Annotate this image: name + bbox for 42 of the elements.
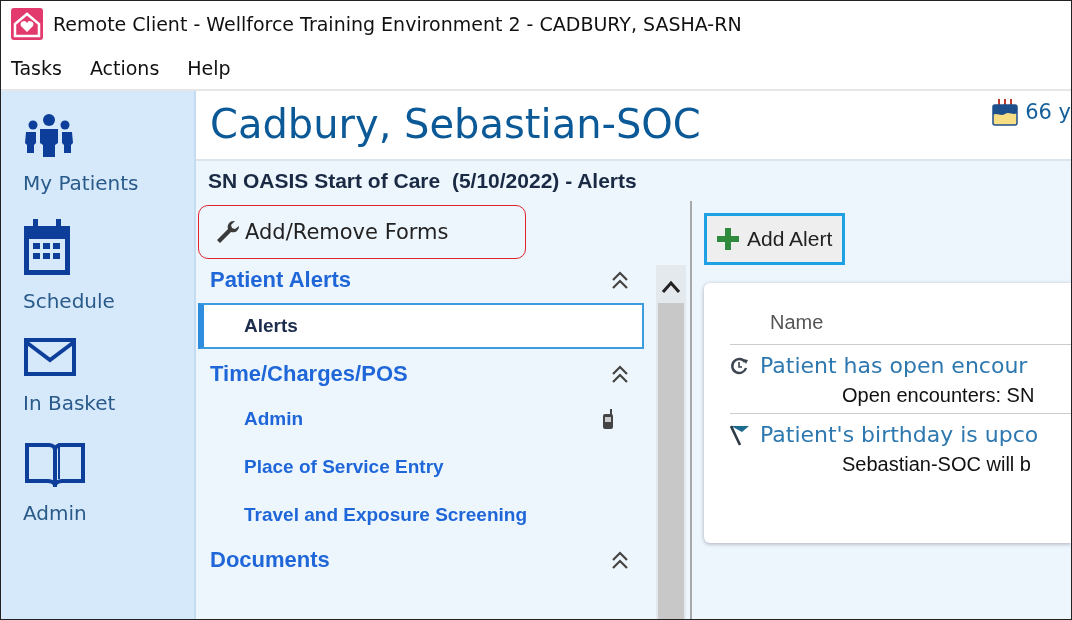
section-header[interactable]: Patient Alerts xyxy=(196,259,656,301)
nav-item[interactable]: Admin xyxy=(23,439,194,525)
nav-item[interactable]: My Patients xyxy=(23,113,194,195)
patient-age: 66 y xyxy=(1025,100,1071,124)
app-logo-icon xyxy=(11,8,43,40)
flag-icon xyxy=(730,423,750,446)
section-title: Time/Charges/POS xyxy=(210,361,408,387)
add-alert-button[interactable]: Add Alert xyxy=(704,213,846,265)
clock-refresh-icon xyxy=(730,355,750,376)
section-header[interactable]: Documents xyxy=(196,539,656,581)
section-title: Documents xyxy=(210,547,330,573)
alert-title[interactable]: Patient's birthday is upco xyxy=(760,422,1039,447)
menu-item[interactable]: Actions xyxy=(89,57,160,79)
scrollbar-thumb[interactable] xyxy=(658,303,684,619)
alert-detail: Open encounters: SN xyxy=(841,383,1036,407)
collapse-icon[interactable] xyxy=(610,270,630,290)
nav-item[interactable]: In Basket xyxy=(23,337,194,415)
wrench-icon xyxy=(215,220,241,244)
window-title: Remote Client - Wellforce Training Environment 2 - CADBURY, SASHA-RN xyxy=(53,13,742,35)
menu-item[interactable]: Help xyxy=(187,57,231,79)
column-header: Name xyxy=(730,301,1071,345)
alert-title[interactable]: Patient has open encour xyxy=(760,353,1028,378)
form-item[interactable]: Place of Service Entry xyxy=(196,443,644,491)
people-icon xyxy=(23,113,75,157)
birthday-cake-icon xyxy=(991,97,1020,127)
plus-icon xyxy=(717,228,739,250)
section-title: Patient Alerts xyxy=(210,267,351,293)
context-title: SN OASIS Start of Care (5/10/2022) - Alerts xyxy=(196,161,1071,201)
envelope-icon xyxy=(23,337,77,377)
calendar-icon xyxy=(23,219,71,275)
scroll-up-icon[interactable] xyxy=(660,279,682,295)
collapse-icon[interactable] xyxy=(610,364,630,384)
form-item[interactable]: Admin xyxy=(196,395,644,443)
nav-item[interactable]: Schedule xyxy=(23,219,194,313)
add-remove-forms-button[interactable]: Add/Remove Forms xyxy=(198,205,526,259)
collapse-icon[interactable] xyxy=(610,550,630,570)
patient-name: Cadbury, Sebastian-SOC xyxy=(210,101,701,147)
menu-item[interactable]: Tasks xyxy=(11,57,62,79)
form-item[interactable]: Travel and Exposure Screening xyxy=(196,491,644,539)
section-header[interactable]: Time/Charges/POS xyxy=(196,353,656,395)
form-item[interactable]: Alerts xyxy=(198,303,644,349)
alert-detail: Sebastian-SOC will b xyxy=(841,452,1032,476)
